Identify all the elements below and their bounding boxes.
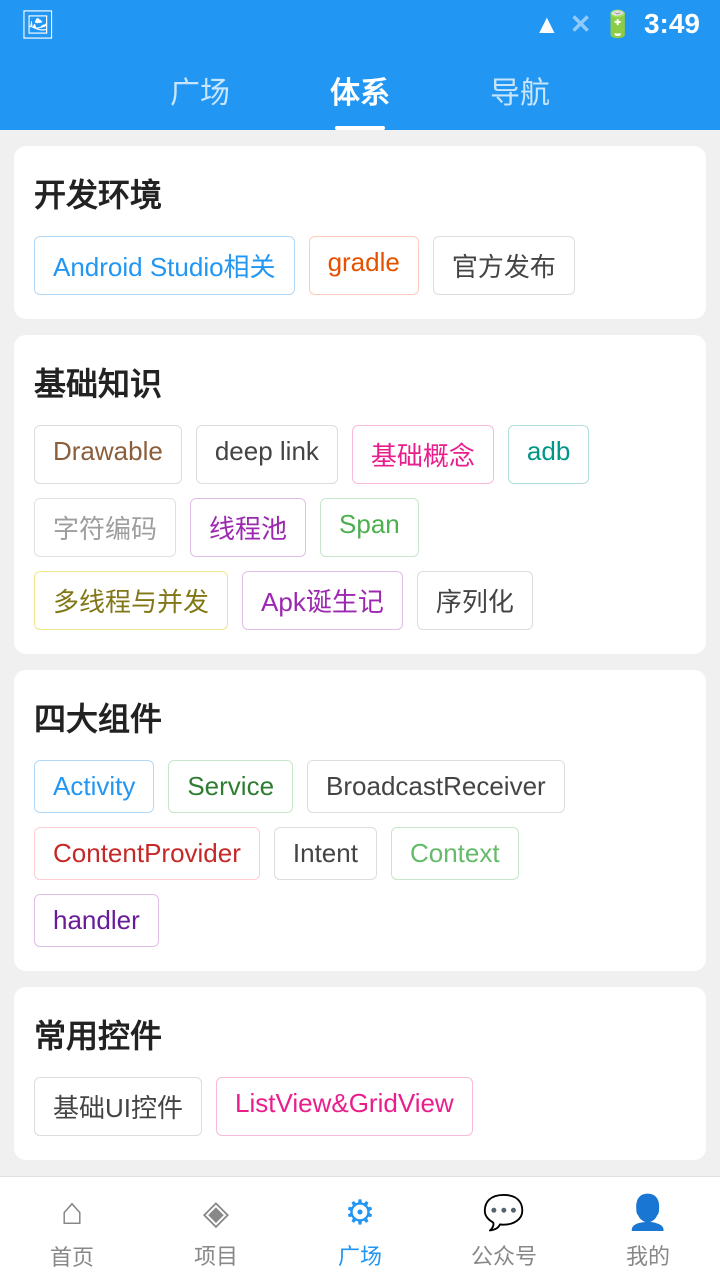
tag-deeplink[interactable]: deep link (196, 425, 338, 484)
section-four-components-title: 四大组件 (34, 694, 686, 740)
tag-official[interactable]: 官方发布 (433, 236, 575, 295)
project-icon: ◈ (203, 1193, 229, 1233)
tag-drawable[interactable]: Drawable (34, 425, 182, 484)
tag-row: Drawable deep link 基础概念 adb (34, 425, 686, 484)
nav-project[interactable]: ◈ 项目 (144, 1193, 288, 1271)
tag-row: handler (34, 894, 686, 947)
section-dev-env: 开发环境 Android Studio相关 gradle 官方发布 (14, 146, 706, 319)
section-basics: 基础知识 Drawable deep link 基础概念 adb 字符编码 线程… (14, 335, 706, 654)
battery-icon: 🔋 (602, 9, 634, 40)
tag-handler[interactable]: handler (34, 894, 159, 947)
nav-official-label: 公众号 (471, 1239, 537, 1271)
tag-basic-concept[interactable]: 基础概念 (352, 425, 494, 484)
tag-adb[interactable]: adb (508, 425, 589, 484)
tag-row: 基础UI控件 ListView&GridView (34, 1077, 686, 1136)
nav-mine-label: 我的 (626, 1239, 670, 1271)
status-bar: 🖼 ▲ ✕ 🔋 3:49 (0, 0, 720, 48)
tag-row: Android Studio相关 gradle 官方发布 (34, 236, 686, 295)
tag-apk[interactable]: Apk诞生记 (242, 571, 403, 630)
section-four-components: 四大组件 Activity Service BroadcastReceiver … (14, 670, 706, 971)
tag-android-studio[interactable]: Android Studio相关 (34, 236, 295, 295)
tag-row: ContentProvider Intent Context (34, 827, 686, 880)
tag-basic-ui[interactable]: 基础UI控件 (34, 1077, 202, 1136)
tag-broadcast-receiver[interactable]: BroadcastReceiver (307, 760, 565, 813)
tag-serialize[interactable]: 序列化 (417, 571, 533, 630)
tag-activity[interactable]: Activity (34, 760, 154, 813)
status-bar-left: 🖼 (20, 8, 56, 41)
tag-content-provider[interactable]: ContentProvider (34, 827, 260, 880)
status-bar-right: ▲ ✕ 🔋 3:49 (534, 8, 700, 40)
home-icon: ⌂ (61, 1191, 84, 1234)
status-time: 3:49 (644, 8, 700, 40)
tag-service[interactable]: Service (168, 760, 293, 813)
nav-project-label: 项目 (194, 1239, 238, 1271)
tag-multithread[interactable]: 多线程与并发 (34, 571, 228, 630)
tag-context[interactable]: Context (391, 827, 519, 880)
wifi-icon: ▲ (534, 9, 560, 40)
nav-official[interactable]: 💬 公众号 (432, 1193, 576, 1271)
section-basics-title: 基础知识 (34, 359, 686, 405)
tab-system[interactable]: 体系 (310, 58, 410, 130)
nav-plaza[interactable]: ⚙ 广场 (288, 1193, 432, 1271)
image-icon: 🖼 (20, 8, 56, 41)
tag-row: 字符编码 线程池 Span (34, 498, 686, 557)
tag-row: Activity Service BroadcastReceiver (34, 760, 686, 813)
bottom-nav: ⌂ 首页 ◈ 项目 ⚙ 广场 💬 公众号 👤 我的 (0, 1176, 720, 1286)
plaza-icon: ⚙ (345, 1193, 375, 1233)
tag-thread-pool[interactable]: 线程池 (190, 498, 306, 557)
section-dev-env-title: 开发环境 (34, 170, 686, 216)
tag-row: 多线程与并发 Apk诞生记 序列化 (34, 571, 686, 630)
nav-mine[interactable]: 👤 我的 (576, 1193, 720, 1271)
tag-gradle[interactable]: gradle (309, 236, 419, 295)
nav-plaza-label: 广场 (338, 1239, 382, 1271)
tag-span[interactable]: Span (320, 498, 419, 557)
mine-icon: 👤 (627, 1193, 669, 1233)
content-area: 开发环境 Android Studio相关 gradle 官方发布 基础知识 D… (0, 130, 720, 1176)
tab-plaza[interactable]: 广场 (150, 58, 250, 130)
tab-bar: 广场 体系 导航 (0, 48, 720, 130)
nav-home[interactable]: ⌂ 首页 (0, 1191, 144, 1272)
tab-nav[interactable]: 导航 (470, 58, 570, 130)
signal-icon: ✕ (570, 9, 592, 40)
section-common-widgets: 常用控件 基础UI控件 ListView&GridView (14, 987, 706, 1160)
tag-intent[interactable]: Intent (274, 827, 377, 880)
nav-home-label: 首页 (50, 1240, 94, 1272)
tag-listview-gridview[interactable]: ListView&GridView (216, 1077, 473, 1136)
section-common-widgets-title: 常用控件 (34, 1011, 686, 1057)
official-icon: 💬 (483, 1193, 525, 1233)
tag-char-encoding[interactable]: 字符编码 (34, 498, 176, 557)
